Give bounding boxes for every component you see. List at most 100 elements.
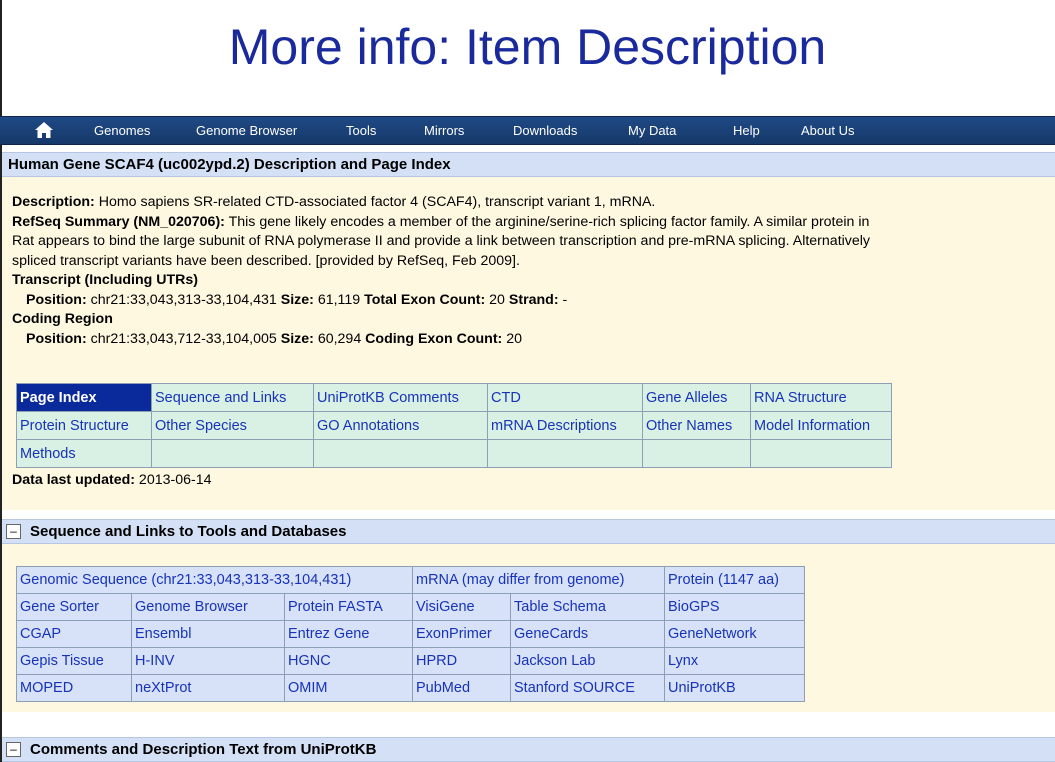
page-index-table: Page Index Sequence and Links UniProtKB … [16,383,892,468]
page-index-link[interactable]: Model Information [750,411,892,440]
strand-value: - [558,291,568,308]
tool-link[interactable]: Jackson Lab [510,647,665,675]
tool-link[interactable]: BioGPS [664,593,805,621]
page-index-link[interactable]: Other Species [151,411,314,440]
gene-description-header: Human Gene SCAF4 (uc002ypd.2) Descriptio… [2,152,1055,177]
nav-mirrors[interactable]: Mirrors [424,123,464,138]
data-last-updated: Data last updated: 2013-06-14 [12,472,212,488]
description-line: Description: Homo sapiens SR-related CTD… [12,193,1052,213]
page-index-link[interactable]: Methods [16,439,152,468]
mrna-link[interactable]: mRNA (may differ from genome) [412,566,665,594]
page-index-link[interactable]: mRNA Descriptions [487,411,643,440]
table-row: Genomic Sequence (chr21:33,043,313-33,10… [16,566,805,594]
tool-link[interactable]: ExonPrimer [412,620,511,648]
coding-label: Coding Region [12,311,113,327]
tool-link[interactable]: H-INV [131,647,285,675]
page-index-link[interactable]: GO Annotations [313,411,488,440]
refseq-line-2: Rat appears to bind the large subunit of… [12,233,871,249]
transcript-details: Position: chr21:33,043,313-33,104,431 Si… [12,291,1052,311]
nav-about-us[interactable]: About Us [801,123,854,138]
page-index-link[interactable]: Protein Structure [16,411,152,440]
exon-count: 20 [485,291,509,308]
page-index-link[interactable]: Gene Alleles [642,383,751,412]
description-label: Description: [12,194,95,210]
transcript-size: 61,119 [313,291,365,308]
tool-link[interactable]: Genome Browser [131,593,285,621]
tool-link[interactable]: Protein FASTA [284,593,413,621]
updated-label: Data last updated: [12,472,135,488]
page-index-link[interactable]: Sequence and Links [151,383,314,412]
sequence-links-table: Genomic Sequence (chr21:33,043,313-33,10… [16,566,805,702]
nav-genome-browser[interactable]: Genome Browser [196,123,297,138]
coding-position: chr21:33,043,712-33,104,005 [86,330,281,347]
transcript-position-label: Position: [26,291,87,308]
coding-exon-count: 20 [502,330,523,347]
tool-link[interactable]: Lynx [664,647,805,675]
uniprot-comments-title: Comments and Description Text from UniPr… [30,741,377,758]
table-row: MOPED neXtProt OMIM PubMed Stanford SOUR… [16,674,805,702]
tool-link[interactable]: MOPED [16,674,132,702]
tool-link[interactable]: OMIM [284,674,413,702]
tool-link[interactable]: Entrez Gene [284,620,413,648]
page-index-cell[interactable]: Page Index [16,383,152,412]
nav-help[interactable]: Help [733,123,760,138]
tool-link[interactable]: Ensembl [131,620,285,648]
tool-link[interactable]: HGNC [284,647,413,675]
sequence-links-title: Sequence and Links to Tools and Database… [30,523,347,540]
table-row: Gene Sorter Genome Browser Protein FASTA… [16,593,805,621]
coding-details: Position: chr21:33,043,712-33,104,005 Si… [12,330,1052,350]
tool-link[interactable]: CGAP [16,620,132,648]
page-index-empty-cell [313,439,488,468]
top-navbar: Genomes Genome Browser Tools Mirrors Dow… [0,116,1055,145]
sequence-links-header: – Sequence and Links to Tools and Databa… [2,519,1055,544]
tool-link[interactable]: Gepis Tissue [16,647,132,675]
collapse-toggle-button[interactable]: – [6,524,21,539]
page-index-link[interactable]: UniProtKB Comments [313,383,488,412]
coding-size-label: Size: [280,330,314,347]
tool-link[interactable]: Table Schema [510,593,665,621]
description-text: Homo sapiens SR-related CTD-associated f… [94,194,656,210]
coding-heading: Coding Region [12,310,1052,330]
table-row: Gepis Tissue H-INV HGNC HPRD Jackson Lab… [16,647,805,675]
uniprot-comments-header: – Comments and Description Text from Uni… [2,737,1055,762]
tool-link[interactable]: HPRD [412,647,511,675]
table-row: Page Index Sequence and Links UniProtKB … [16,383,892,412]
slide-title: More info: Item Description [228,19,827,75]
tool-link[interactable]: VisiGene [412,593,511,621]
tool-link[interactable]: UniProtKB [664,674,805,702]
transcript-label: Transcript (Including UTRs) [12,272,199,288]
strand-label: Strand: [508,291,559,308]
tool-link[interactable]: Stanford SOURCE [510,674,665,702]
tool-link[interactable]: PubMed [412,674,511,702]
table-row: Protein Structure Other Species GO Annot… [16,411,892,440]
tool-link[interactable]: Gene Sorter [16,593,132,621]
nav-tools[interactable]: Tools [346,123,376,138]
page-index-link[interactable]: RNA Structure [750,383,892,412]
transcript-heading: Transcript (Including UTRs) [12,271,1052,291]
tool-link[interactable]: GeneCards [510,620,665,648]
coding-size: 60,294 [313,330,366,347]
page-index-link[interactable]: CTD [487,383,643,412]
page-index-link[interactable]: Other Names [642,411,751,440]
refseq-line-3: spliced transcript variants have been de… [12,252,520,269]
page-index-empty-cell [151,439,314,468]
coding-exon-label: Coding Exon Count: [365,330,503,347]
page-index-empty-cell [642,439,751,468]
tool-link[interactable]: neXtProt [131,674,285,702]
nav-downloads[interactable]: Downloads [513,123,577,138]
protein-link[interactable]: Protein (1147 aa) [664,566,805,594]
nav-my-data[interactable]: My Data [628,123,676,138]
page-index-empty-cell [750,439,892,468]
page-index-empty-cell [487,439,643,468]
transcript-position: chr21:33,043,313-33,104,431 [86,291,281,308]
table-row: CGAP Ensembl Entrez Gene ExonPrimer Gene… [16,620,805,648]
refseq-label: RefSeq Summary (NM_020706): [12,213,225,230]
gene-description-title: Human Gene SCAF4 (uc002ypd.2) Descriptio… [8,156,451,173]
home-icon[interactable] [34,121,54,139]
tool-link[interactable]: GeneNetwork [664,620,805,648]
nav-genomes[interactable]: Genomes [94,123,150,138]
collapse-toggle-button[interactable]: – [6,742,21,757]
genomic-sequence-link[interactable]: Genomic Sequence (chr21:33,043,313-33,10… [16,566,413,594]
exon-count-label: Total Exon Count: [364,291,486,308]
updated-value: 2013-06-14 [134,472,212,488]
